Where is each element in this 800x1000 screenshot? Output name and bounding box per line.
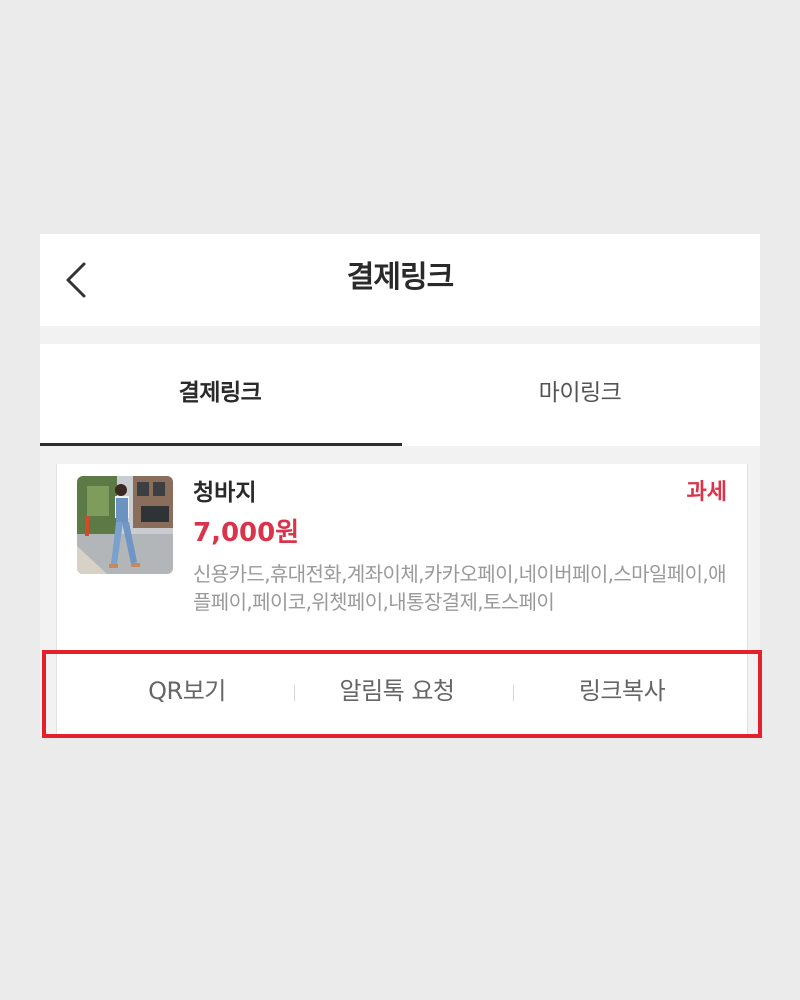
tab-bar: 결제링크 마이링크	[40, 344, 760, 446]
qr-view-button[interactable]: QR보기	[97, 651, 277, 735]
payment-link-card[interactable]: 청바지 과세 7,000원 신용카드,휴대전화,계좌이체,카카오페이,네이버페이…	[56, 464, 748, 734]
tab-my-link[interactable]: 마이링크	[400, 344, 760, 444]
page-title: 결제링크	[346, 260, 454, 295]
active-tab-indicator	[40, 443, 402, 446]
alimtalk-request-button[interactable]: 알림톡 요청	[297, 651, 497, 735]
product-name: 청바지	[193, 480, 257, 506]
copy-link-button[interactable]: 링크복사	[517, 651, 727, 735]
action-divider	[513, 685, 514, 701]
tax-badge: 과세	[686, 480, 727, 505]
payment-methods-list: 신용카드,휴대전화,계좌이체,카카오페이,네이버페이,스마일페이,애플페이,페이…	[193, 562, 727, 614]
action-divider	[294, 685, 295, 701]
product-thumbnail	[77, 476, 173, 574]
card-actions: QR보기 알림톡 요청 링크복사	[57, 650, 747, 735]
app-header: 결제링크	[40, 234, 760, 326]
product-price: 7,000원	[193, 518, 300, 548]
app-screen: 결제링크 결제링크 마이링크 청바지 과세 7,000원 신용카드,휴대전화,계…	[40, 234, 760, 738]
tab-payment-link[interactable]: 결제링크	[40, 344, 400, 444]
